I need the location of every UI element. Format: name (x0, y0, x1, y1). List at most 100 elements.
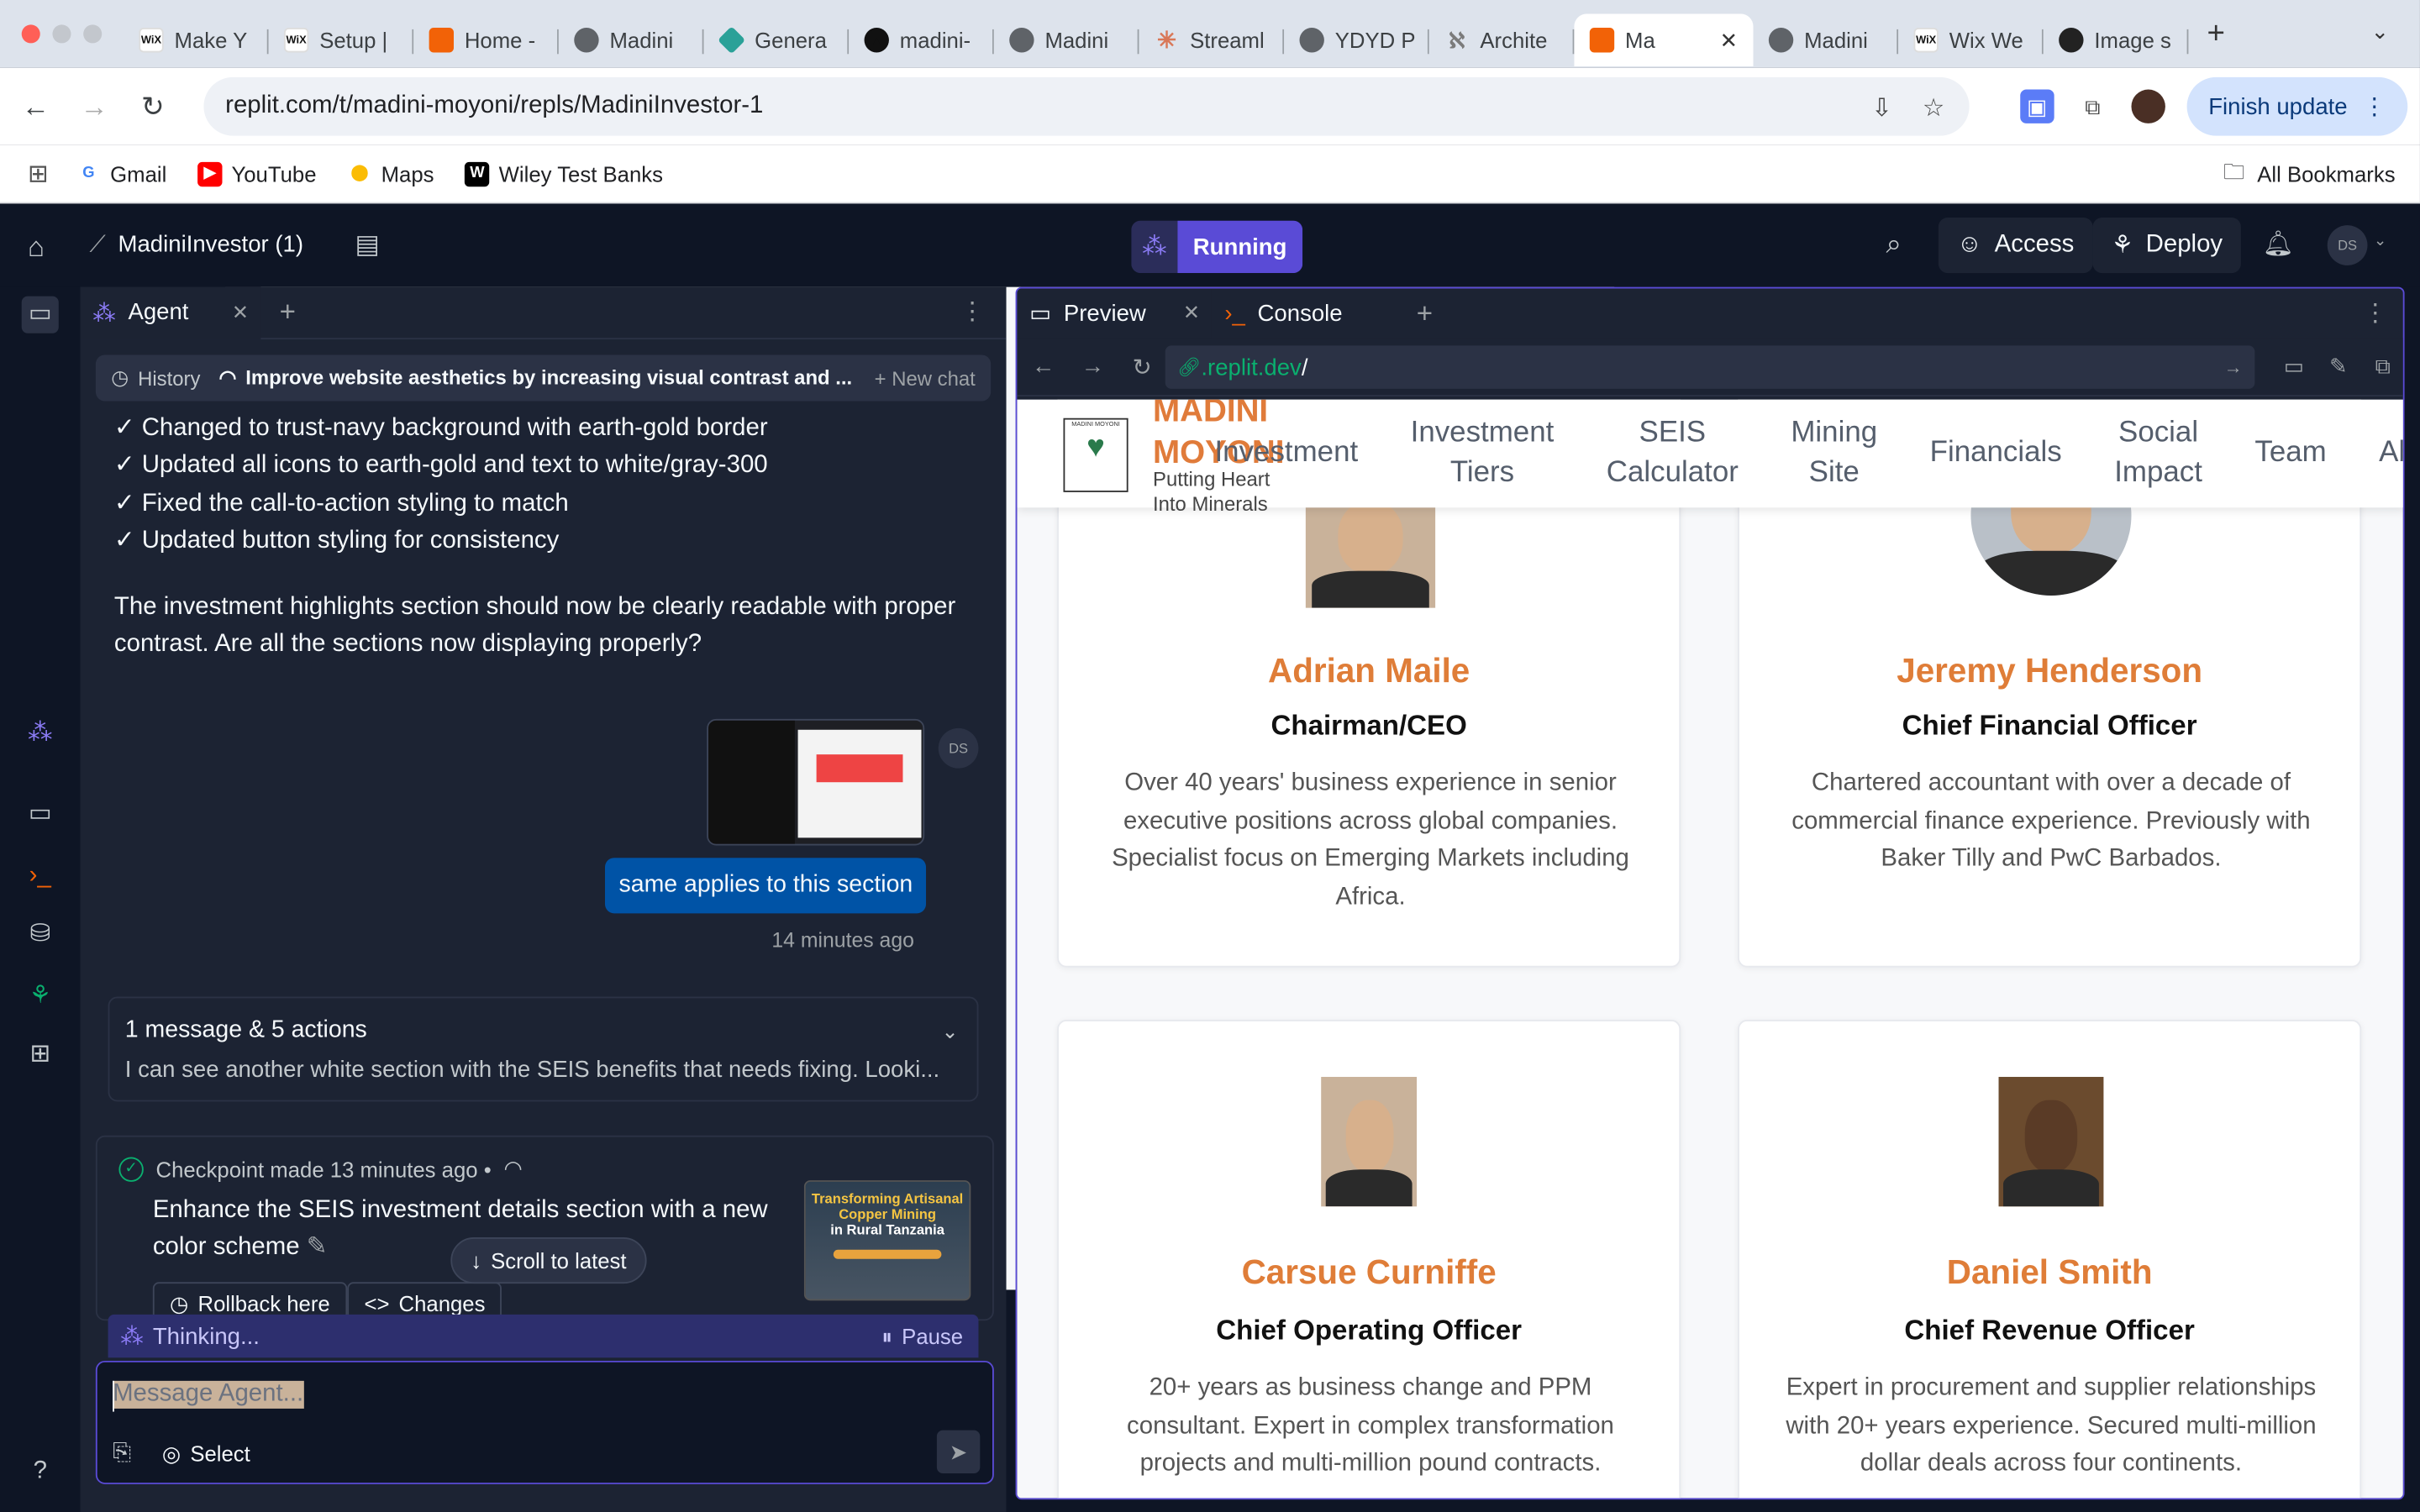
address-bar[interactable]: ⚙ replit.com/t/madini-moyoni/repls/Madin… (203, 76, 1970, 1290)
site-nav-link[interactable]: Mining Site (1791, 413, 1877, 494)
bookmark-star-icon[interactable]: ☆ (1923, 92, 1944, 123)
browser-tab[interactable]: Madini (994, 14, 1139, 66)
close-icon[interactable]: ✕ (232, 300, 249, 324)
browser-tab[interactable]: WiX Make Y (124, 14, 269, 66)
close-icon[interactable]: ✕ (1183, 301, 1200, 325)
tab-agent[interactable]: ⁂ Agent ✕ (80, 286, 261, 339)
tab-preview-label: Preview (1063, 300, 1146, 327)
google-icon: G (82, 165, 95, 182)
browser-tab[interactable]: Genera (704, 14, 850, 66)
actions-summary[interactable]: 1 message & 5 actions I can see another … (108, 996, 979, 1102)
tab-console[interactable]: ›_ Console (1213, 288, 1355, 338)
attached-screenshot[interactable] (707, 718, 925, 846)
forward-icon[interactable]: → (1070, 354, 1116, 380)
kebab-menu-icon[interactable]: ⋮ (2363, 297, 2387, 328)
browser-tab[interactable]: Madini (1753, 14, 1899, 66)
bookmark-item[interactable]: ▶ YouTube (197, 160, 316, 186)
send-icon[interactable]: ➤ (936, 1430, 981, 1474)
browser-tab[interactable]: ℵ Archite (1429, 14, 1575, 66)
run-status-button[interactable]: ⁂ Running (1131, 220, 1302, 274)
site-nav-link[interactable]: SEIS Calculator (1607, 413, 1739, 494)
access-button[interactable]: ☺ Access (1938, 217, 2093, 274)
browser-tab[interactable]: WiX Wix We (1898, 14, 2044, 66)
close-tab-icon[interactable]: ✕ (1720, 27, 1739, 53)
new-tab-button[interactable]: + (2207, 16, 2224, 51)
new-chat-button[interactable]: + New chat (875, 366, 976, 390)
edit-pencil-icon[interactable]: ✎ (307, 1234, 328, 1260)
extensions-puzzle-icon[interactable]: ⧉ (2075, 90, 2109, 123)
browser-tab[interactable]: YDYD P (1284, 14, 1429, 66)
agent-icon[interactable]: ⁂ (22, 716, 59, 753)
arrow-down-icon: ↓ (471, 1247, 482, 1273)
notification-bell-icon[interactable]: 🔔︎ (2263, 228, 2294, 260)
project-title[interactable]: ⟋ MadiniInvestor (1) (90, 232, 303, 258)
files-icon[interactable]: ▭ (21, 296, 59, 333)
forward-button[interactable]: → (71, 90, 117, 123)
browser-tab[interactable]: Ma ✕ (1574, 13, 1754, 66)
all-bookmarks[interactable]: 🗀 All Bookmarks (2223, 155, 2396, 192)
home-icon[interactable]: ⌂ (28, 232, 45, 265)
device-icon[interactable]: ▭ (2284, 354, 2304, 380)
help-icon[interactable]: ? (22, 1453, 59, 1490)
browser-tab[interactable]: ✳ Streaml (1139, 14, 1285, 66)
deployments-icon[interactable]: ⚘ (22, 978, 59, 1015)
chevron-down-icon[interactable]: ⌄ (2374, 233, 2386, 249)
user-avatar[interactable]: DS (2327, 225, 2368, 265)
history-button[interactable]: ◷ History (111, 365, 200, 390)
preview-icon[interactable]: ▭ (22, 796, 59, 833)
profile-avatar[interactable] (2131, 89, 2165, 123)
select-button[interactable]: ◎ Select (162, 1441, 250, 1467)
chevron-down-icon[interactable]: ⌄ (942, 1020, 959, 1044)
kebab-menu-icon[interactable]: ⋮ (960, 297, 984, 328)
reload-icon[interactable]: ↻ (1119, 353, 1165, 381)
bookmark-item[interactable]: ⬤ Maps (347, 161, 434, 186)
database-icon[interactable]: ⛁ (22, 916, 59, 953)
add-tab-icon[interactable]: + (1417, 297, 1433, 330)
devtools-wrench-icon[interactable]: ✎ (2329, 354, 2348, 380)
window-controls[interactable] (21, 24, 103, 44)
site-nav-link[interactable]: Social Impact (2114, 413, 2202, 494)
scroll-to-latest-button[interactable]: ↓ Scroll to latest (450, 1237, 647, 1284)
back-button[interactable]: ← (13, 90, 59, 123)
text-cursor (113, 1380, 114, 1412)
open-new-tab-icon[interactable]: ⧉ (2375, 354, 2391, 380)
deploy-button[interactable]: ⚘ Deploy (2092, 217, 2242, 274)
checkpoint-thumbnail[interactable]: Transforming Artisanal Copper Mining in … (803, 1180, 971, 1301)
browser-tab[interactable]: ▲ madini- (849, 14, 994, 66)
tab-preview[interactable]: ▭ Preview ✕ (1017, 288, 1213, 339)
arrow-right-icon[interactable]: → (2224, 356, 2243, 378)
site-nav-link[interactable]: Investment Tiers (1411, 413, 1555, 494)
site-nav-link[interactable]: Investment (1214, 433, 1358, 474)
checklist-item: ✓ Changed to trust-navy background with … (113, 415, 768, 442)
all-tools-icon[interactable]: ⊞ (22, 1037, 59, 1074)
browser-tab[interactable]: Image s (2044, 14, 2189, 66)
site-logo[interactable]: MADINI MOYONI ♥ (1063, 417, 1128, 492)
browser-tab[interactable]: WiX Setup | (269, 14, 414, 66)
site-nav-link[interactable]: Team (2254, 433, 2326, 474)
chat-title[interactable]: ◠ Improve website aesthetics by increasin… (218, 365, 852, 390)
paperclip-icon[interactable]: ⎘ (113, 1440, 131, 1466)
database-icon[interactable]: ▤ (355, 230, 380, 261)
run-status-label: Running (1177, 220, 1302, 274)
reload-button[interactable]: ↻ (129, 90, 176, 123)
site-nav-link[interactable]: Financials (1930, 433, 2062, 474)
bookmark-item[interactable]: W Wiley Test Banks (465, 160, 663, 186)
back-icon[interactable]: ← (1020, 354, 1066, 380)
site-nav-link[interactable]: Ab (2379, 433, 2403, 474)
pause-button[interactable]: ⏸ Pause (881, 1323, 963, 1349)
finish-update-button[interactable]: Finish update ⋮ (2186, 76, 2408, 136)
apps-grid-icon[interactable]: ⊞ (28, 158, 49, 189)
install-app-icon[interactable]: ⇩ (1871, 92, 1892, 123)
bookmark-item[interactable]: G Gmail (76, 161, 166, 186)
team-member-photo (1321, 1077, 1418, 1207)
browser-tab[interactable]: Madini (559, 14, 704, 66)
dia-favicon-icon (717, 26, 746, 55)
message-input[interactable]: Message Agent... ⎘ ◎ Select ➤ (95, 1360, 994, 1484)
browser-tab[interactable]: Home - (413, 14, 559, 66)
search-icon[interactable]: ⌕ (1886, 228, 1902, 261)
extension-icon[interactable]: ▣ (2020, 89, 2054, 123)
console-icon[interactable]: ›_ (22, 858, 59, 895)
add-tab-icon[interactable]: + (280, 297, 296, 329)
tab-search-icon[interactable]: ⌄ (2371, 18, 2390, 45)
preview-address[interactable]: 🔗︎ .replit.dev / → (1165, 345, 2255, 389)
